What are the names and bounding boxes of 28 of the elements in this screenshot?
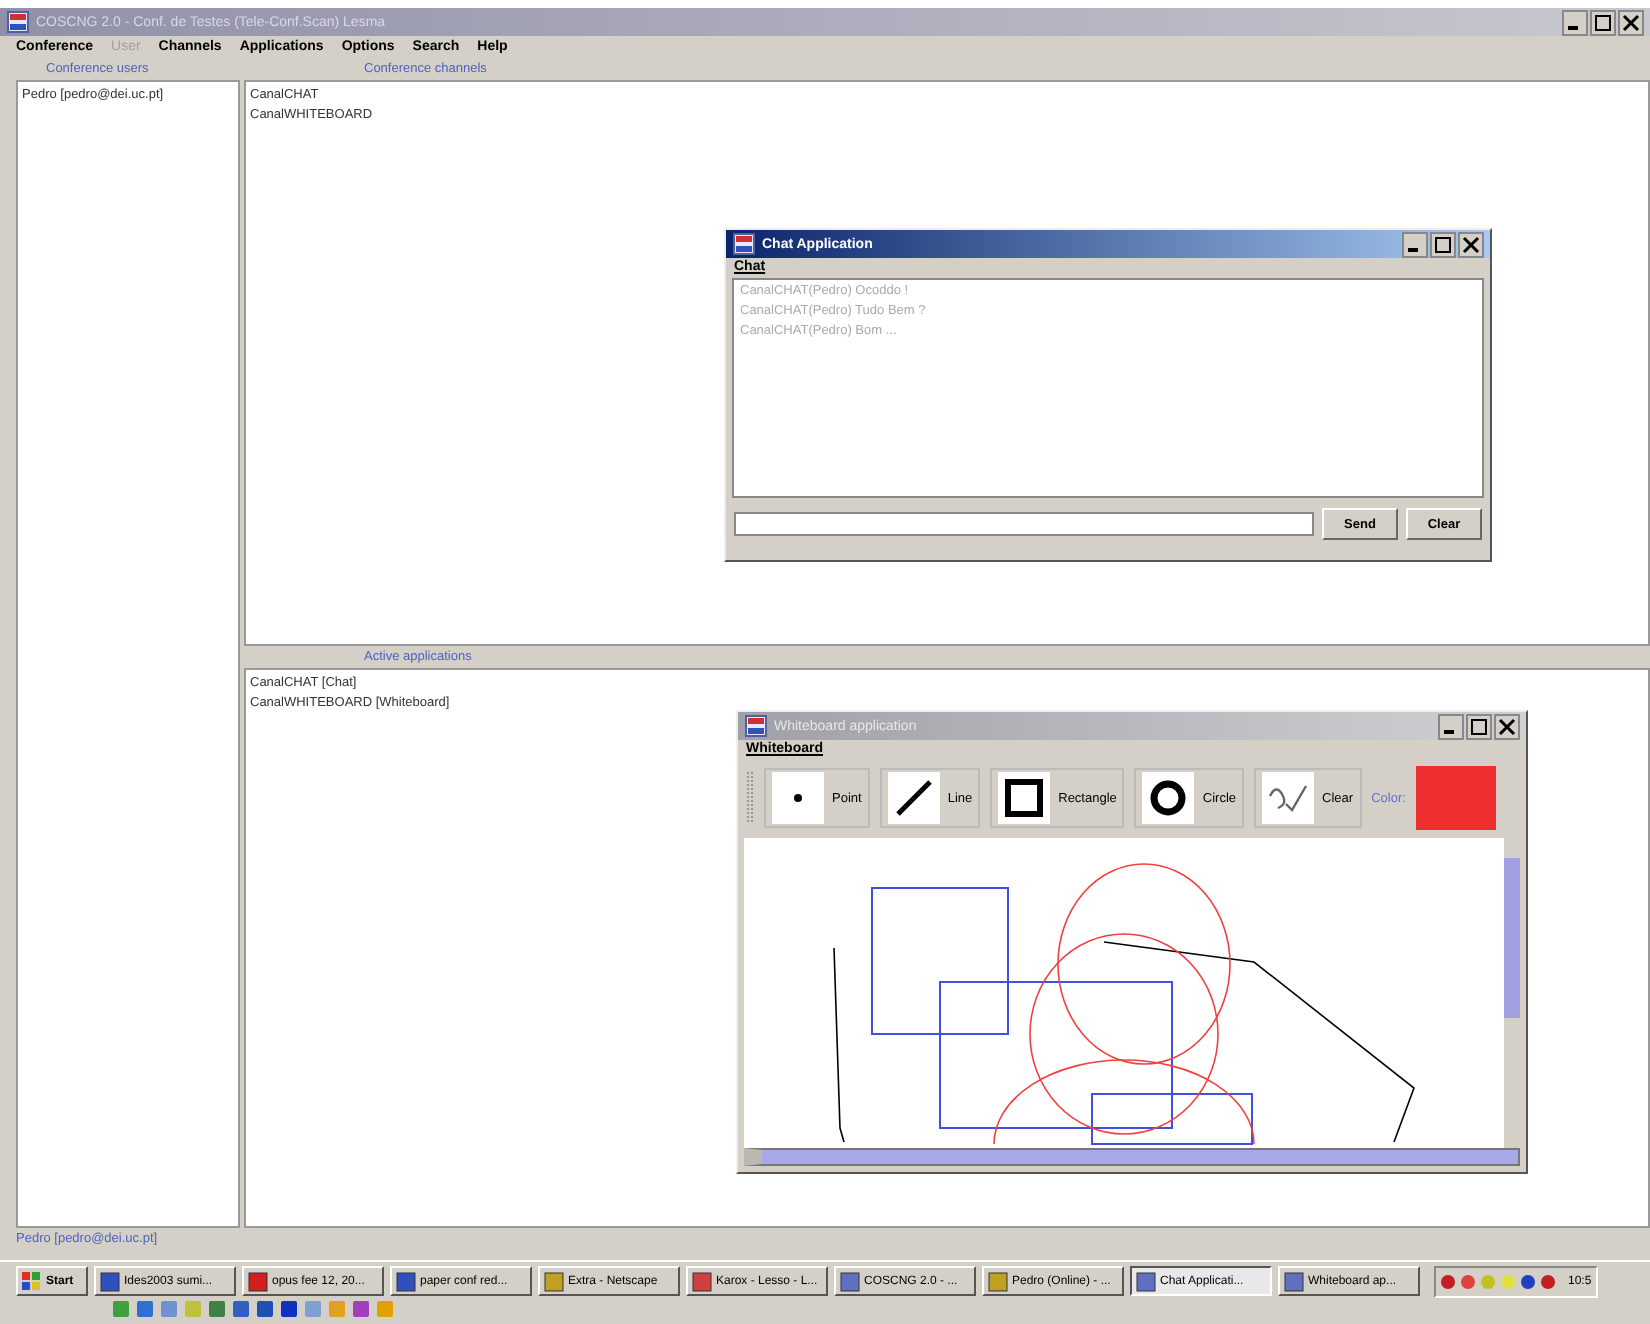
maximize-button[interactable] xyxy=(1590,9,1616,35)
color-swatch[interactable] xyxy=(1415,766,1496,830)
window-icon xyxy=(544,1271,564,1291)
minimize-button[interactable] xyxy=(1438,713,1464,739)
scrollbar[interactable] xyxy=(1504,838,1520,1148)
window-icon xyxy=(692,1271,712,1291)
window-icon xyxy=(988,1271,1008,1291)
minimize-button[interactable] xyxy=(1402,231,1428,257)
minimize-button[interactable] xyxy=(1562,9,1588,35)
square-icon xyxy=(998,772,1051,824)
window-icon xyxy=(100,1271,120,1291)
maximize-button[interactable] xyxy=(1430,231,1456,257)
window-icon xyxy=(1284,1271,1304,1291)
maximize-button[interactable] xyxy=(1466,713,1492,739)
app-icon xyxy=(6,10,30,34)
close-button[interactable] xyxy=(1494,713,1520,739)
window-icon xyxy=(840,1271,860,1291)
window-icon xyxy=(248,1271,268,1291)
windows-logo-icon xyxy=(22,1271,42,1291)
close-button[interactable] xyxy=(1618,9,1644,35)
scribble-icon xyxy=(1262,772,1315,824)
scrollbar[interactable] xyxy=(744,1148,1520,1166)
point-icon xyxy=(772,772,824,824)
grip-icon xyxy=(746,768,754,828)
message-field[interactable] xyxy=(734,512,1314,536)
window-icon xyxy=(1136,1271,1156,1291)
close-button[interactable] xyxy=(1458,231,1484,257)
window-icon xyxy=(396,1271,416,1291)
